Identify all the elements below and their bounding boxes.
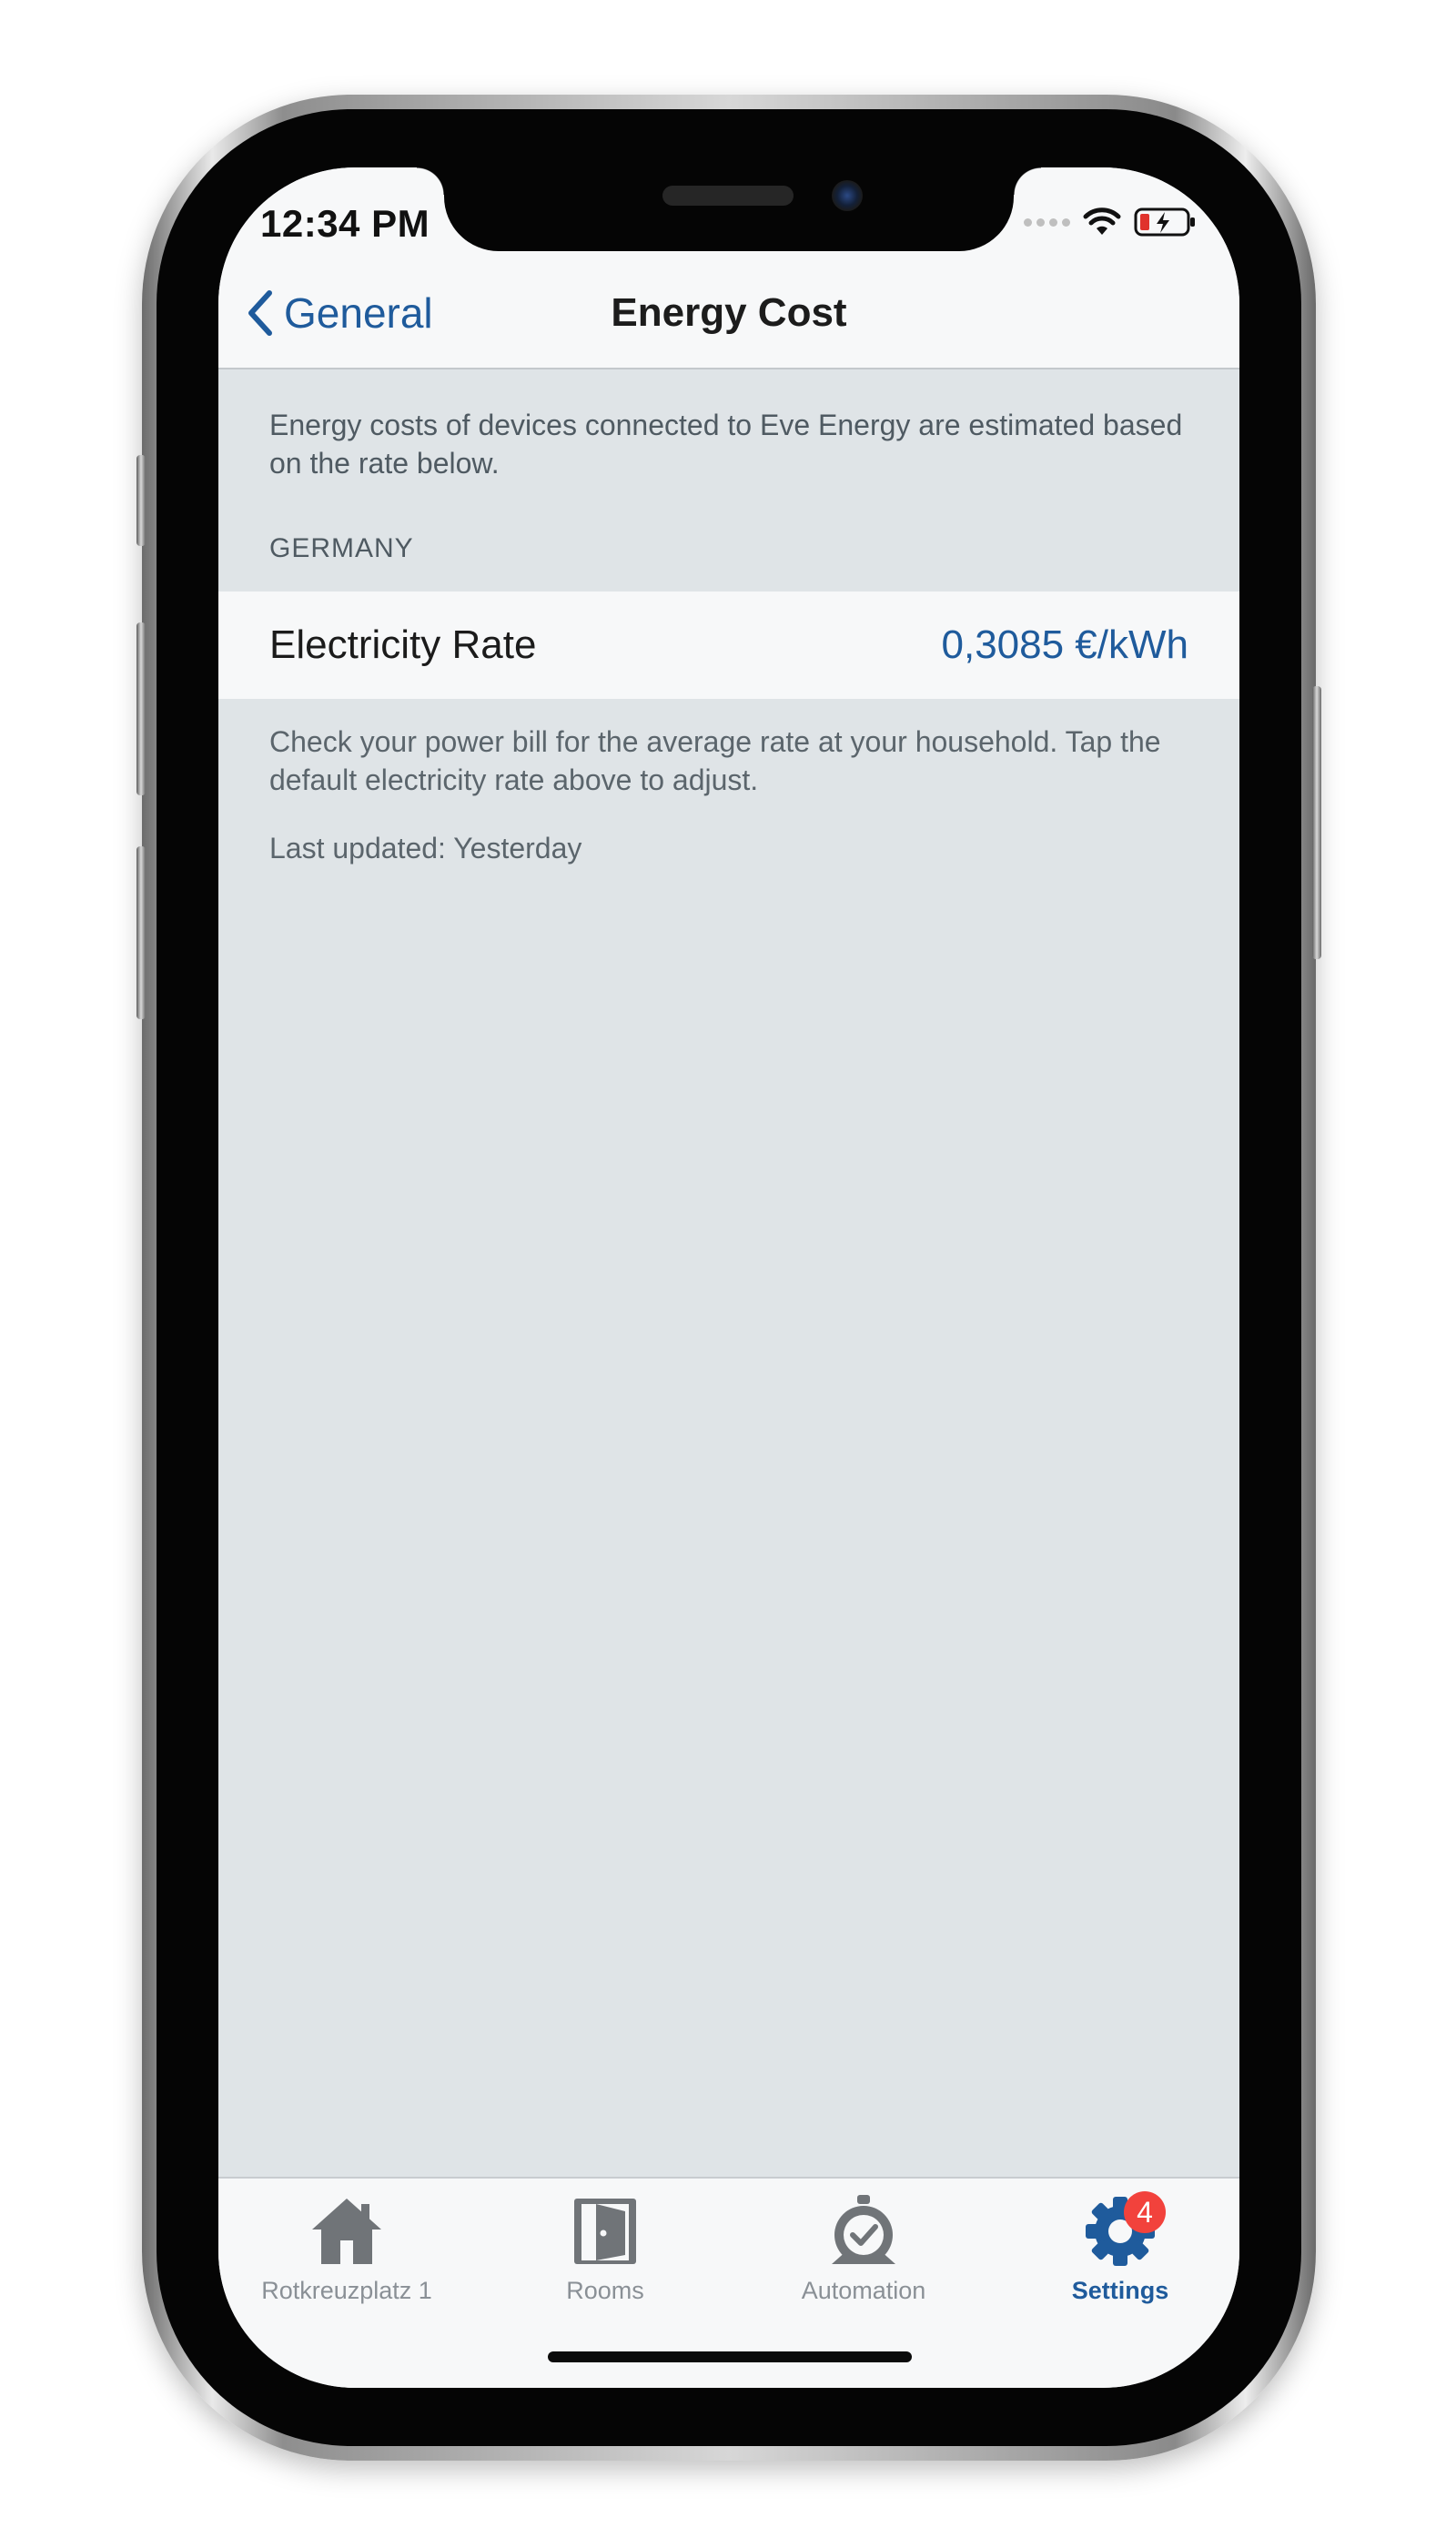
tab-label: Rooms: [566, 2277, 644, 2304]
footer-text: Check your power bill for the average ra…: [269, 725, 1161, 796]
tab-automation[interactable]: Automation: [763, 2188, 964, 2305]
last-updated-text: Last updated: Yesterday: [269, 832, 582, 864]
chevron-left-icon: [248, 290, 272, 336]
phone-frame: 12:34 PM Energy Cost General Energy cost…: [136, 95, 1321, 2461]
status-icons: [1024, 206, 1198, 238]
tab-rooms[interactable]: Rooms: [505, 2188, 705, 2305]
tab-label: Automation: [801, 2277, 926, 2304]
electricity-rate-value[interactable]: 0,3085 €/kWh: [942, 622, 1189, 668]
automation-clock-icon: [818, 2188, 909, 2275]
energy-cost-content: Energy costs of devices connected to Eve…: [218, 369, 1239, 865]
back-label: General: [284, 289, 433, 337]
front-camera: [832, 180, 863, 211]
section-header: GERMANY: [269, 533, 414, 563]
door-icon: [560, 2188, 651, 2275]
navigation-bar: Energy Cost General: [218, 257, 1239, 369]
home-indicator[interactable]: [548, 2351, 912, 2362]
house-icon: [301, 2188, 392, 2275]
tab-label: Settings: [1071, 2277, 1169, 2304]
volume-down-button: [136, 846, 146, 1019]
tab-home[interactable]: Rotkreuzplatz 1: [247, 2188, 447, 2305]
wifi-icon: [1083, 207, 1121, 235]
screen: 12:34 PM Energy Cost General Energy cost…: [218, 167, 1239, 2388]
tab-label: Rotkreuzplatz 1: [261, 2277, 432, 2304]
intro-text: Energy costs of devices connected to Eve…: [269, 409, 1183, 480]
volume-up-button: [136, 622, 146, 795]
cellular-signal-icon: [1024, 217, 1070, 227]
battery-charging-icon: [1134, 207, 1195, 237]
status-time: 12:34 PM: [260, 202, 430, 245]
electricity-rate-row[interactable]: Electricity Rate 0,3085 €/kWh: [218, 592, 1239, 699]
tab-settings[interactable]: 4 Settings: [1020, 2188, 1220, 2305]
tab-bar: Rotkreuzplatz 1 Rooms Automation 4 Setti…: [218, 2177, 1239, 2388]
power-button: [1312, 686, 1321, 959]
notch: [417, 167, 1041, 251]
speaker-grille: [662, 186, 794, 206]
back-button[interactable]: General: [244, 257, 433, 369]
electricity-rate-label: Electricity Rate: [269, 622, 537, 667]
gear-icon: 4: [1075, 2188, 1166, 2275]
notification-badge: 4: [1124, 2191, 1166, 2233]
mute-switch: [136, 455, 146, 546]
